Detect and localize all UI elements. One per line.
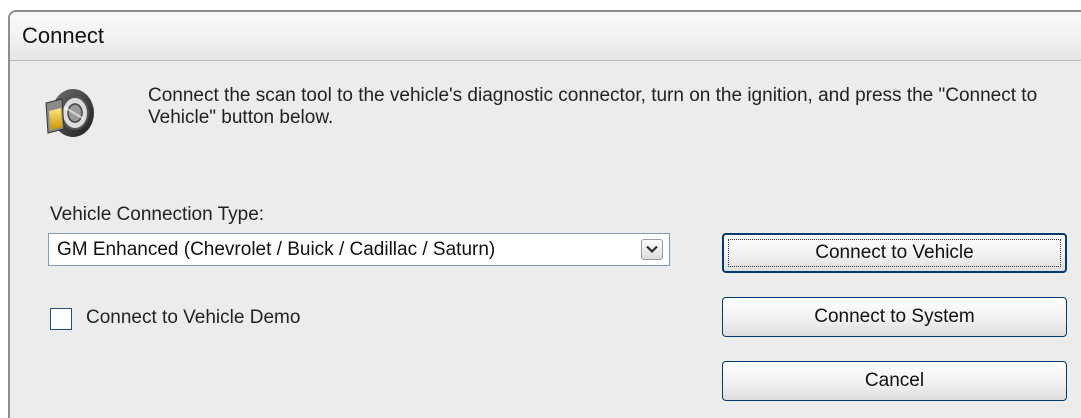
title-bar[interactable]: Connect [10, 12, 1081, 61]
connect-dialog: Connect Connect the scan tool to the veh… [8, 10, 1081, 418]
connection-type-select[interactable]: GM Enhanced (Chevrolet / Buick / Cadilla… [48, 233, 670, 266]
demo-checkbox-label[interactable]: Connect to Vehicle Demo [86, 307, 300, 329]
connection-type-label: Vehicle Connection Type: [50, 204, 265, 225]
connect-to-vehicle-label: Connect to Vehicle [815, 242, 974, 263]
dropdown-button[interactable] [641, 239, 663, 260]
window-title: Connect [22, 23, 104, 48]
cancel-button[interactable]: Cancel [722, 361, 1067, 401]
connect-to-vehicle-button[interactable]: Connect to Vehicle [722, 233, 1067, 273]
dialog-content: Connect the scan tool to the vehicle's d… [10, 61, 1081, 418]
instructions-text: Connect the scan tool to the vehicle's d… [148, 85, 1038, 128]
cancel-label: Cancel [864, 370, 925, 391]
demo-checkbox[interactable] [50, 308, 72, 330]
scan-tool-connector-icon [40, 83, 98, 141]
connect-to-system-label: Connect to System [814, 306, 975, 327]
connect-to-system-button[interactable]: Connect to System [722, 297, 1067, 337]
chevron-down-icon [646, 245, 658, 254]
connection-type-value: GM Enhanced (Chevrolet / Buick / Cadilla… [57, 239, 496, 260]
